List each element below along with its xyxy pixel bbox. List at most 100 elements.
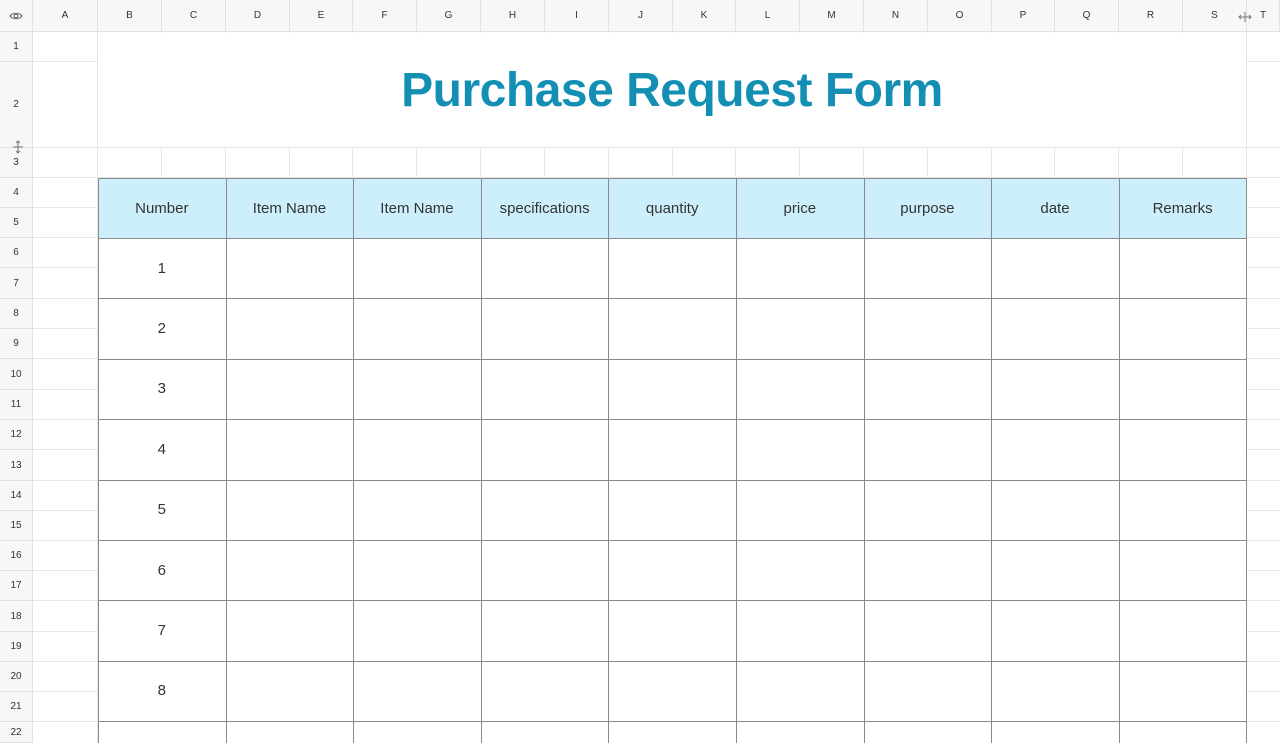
column-header-c[interactable]: C bbox=[162, 0, 226, 32]
table-cell[interactable] bbox=[991, 540, 1119, 601]
column-header-i[interactable]: I bbox=[545, 0, 609, 32]
resize-horizontal-icon[interactable] bbox=[1238, 10, 1252, 24]
table-cell[interactable] bbox=[736, 479, 864, 540]
row-header-18[interactable]: 18 bbox=[0, 601, 33, 632]
row-header-21[interactable]: 21 bbox=[0, 692, 33, 722]
row-header-4[interactable]: 4 bbox=[0, 178, 33, 208]
table-cell[interactable] bbox=[863, 660, 992, 722]
table-cell[interactable] bbox=[353, 540, 481, 601]
table-cell[interactable] bbox=[863, 419, 992, 480]
row-number-cell[interactable]: 5 bbox=[98, 479, 226, 540]
row-number-cell[interactable]: 1 bbox=[98, 238, 226, 299]
row-number-cell[interactable]: 7 bbox=[98, 600, 226, 661]
table-cell[interactable] bbox=[480, 479, 609, 540]
column-header-j[interactable]: J bbox=[609, 0, 673, 32]
row-header-10[interactable]: 10 bbox=[0, 359, 33, 390]
table-cell[interactable] bbox=[225, 419, 354, 480]
table-cell[interactable] bbox=[736, 540, 864, 601]
table-cell[interactable] bbox=[1118, 358, 1247, 420]
table-cell[interactable] bbox=[991, 419, 1119, 480]
table-cell[interactable] bbox=[991, 358, 1119, 420]
row-header-15[interactable]: 15 bbox=[0, 511, 33, 541]
column-header-g[interactable]: G bbox=[417, 0, 481, 32]
table-cell[interactable] bbox=[736, 238, 864, 299]
table-cell[interactable] bbox=[991, 238, 1119, 299]
row-header-14[interactable]: 14 bbox=[0, 481, 33, 511]
table-cell[interactable] bbox=[608, 238, 736, 299]
row-header-5[interactable]: 5 bbox=[0, 208, 33, 238]
table-cell[interactable] bbox=[736, 660, 864, 722]
row-header-17[interactable]: 17 bbox=[0, 571, 33, 601]
row-header-22[interactable]: 22 bbox=[0, 722, 33, 743]
table-cell[interactable] bbox=[991, 660, 1119, 722]
table-cell[interactable] bbox=[608, 298, 736, 359]
table-header-cell[interactable]: Item Name bbox=[353, 178, 481, 238]
table-cell[interactable] bbox=[225, 358, 354, 420]
column-header-p[interactable]: P bbox=[992, 0, 1055, 32]
column-header-m[interactable]: M bbox=[800, 0, 864, 32]
row-header-6[interactable]: 6 bbox=[0, 238, 33, 268]
row-number-cell[interactable]: 6 bbox=[98, 540, 226, 601]
row-header-7[interactable]: 7 bbox=[0, 268, 33, 299]
row-header-1[interactable]: 1 bbox=[0, 32, 33, 62]
table-cell[interactable] bbox=[991, 721, 1119, 743]
table-cell[interactable] bbox=[225, 600, 354, 661]
row-header-11[interactable]: 11 bbox=[0, 390, 33, 420]
table-header-cell[interactable]: specifications bbox=[480, 178, 609, 238]
table-cell[interactable] bbox=[608, 600, 736, 661]
row-header-13[interactable]: 13 bbox=[0, 450, 33, 481]
table-cell[interactable] bbox=[480, 419, 609, 480]
row-header-12[interactable]: 12 bbox=[0, 420, 33, 450]
column-header-k[interactable]: K bbox=[673, 0, 736, 32]
table-cell[interactable] bbox=[225, 540, 354, 601]
table-cell[interactable] bbox=[353, 238, 481, 299]
table-cell[interactable] bbox=[1118, 540, 1247, 601]
table-cell[interactable] bbox=[1118, 238, 1247, 299]
table-cell[interactable] bbox=[353, 419, 481, 480]
table-cell[interactable] bbox=[991, 298, 1119, 359]
table-cell[interactable] bbox=[225, 660, 354, 722]
table-cell[interactable] bbox=[863, 540, 992, 601]
column-header-r[interactable]: R bbox=[1119, 0, 1183, 32]
table-cell[interactable] bbox=[1118, 298, 1247, 359]
row-header-9[interactable]: 9 bbox=[0, 329, 33, 359]
table-cell[interactable] bbox=[1118, 479, 1247, 540]
column-header-h[interactable]: H bbox=[481, 0, 545, 32]
table-cell[interactable] bbox=[480, 721, 609, 743]
table-header-cell[interactable]: purpose bbox=[863, 178, 992, 238]
table-cell[interactable] bbox=[353, 358, 481, 420]
table-cell[interactable] bbox=[353, 721, 481, 743]
row-number-cell[interactable] bbox=[98, 721, 226, 743]
table-cell[interactable] bbox=[353, 660, 481, 722]
column-header-n[interactable]: N bbox=[864, 0, 928, 32]
table-header-cell[interactable]: Remarks bbox=[1118, 178, 1247, 238]
table-cell[interactable] bbox=[225, 238, 354, 299]
table-cell[interactable] bbox=[863, 358, 992, 420]
column-header-e[interactable]: E bbox=[290, 0, 353, 32]
table-cell[interactable] bbox=[225, 479, 354, 540]
row-header-8[interactable]: 8 bbox=[0, 299, 33, 329]
column-header-l[interactable]: L bbox=[736, 0, 800, 32]
row-number-cell[interactable]: 2 bbox=[98, 298, 226, 359]
table-cell[interactable] bbox=[480, 600, 609, 661]
title-cell[interactable]: Purchase Request Form bbox=[98, 33, 1246, 147]
visibility-toggle[interactable] bbox=[0, 0, 33, 32]
table-header-cell[interactable]: Number bbox=[98, 178, 226, 238]
table-cell[interactable] bbox=[608, 358, 736, 420]
table-cell[interactable] bbox=[225, 721, 354, 743]
column-header-d[interactable]: D bbox=[226, 0, 290, 32]
table-cell[interactable] bbox=[736, 600, 864, 661]
table-cell[interactable] bbox=[480, 358, 609, 420]
table-cell[interactable] bbox=[1118, 600, 1247, 661]
table-cell[interactable] bbox=[480, 238, 609, 299]
row-header-19[interactable]: 19 bbox=[0, 632, 33, 662]
table-cell[interactable] bbox=[863, 721, 992, 743]
row-header-16[interactable]: 16 bbox=[0, 541, 33, 571]
table-cell[interactable] bbox=[480, 660, 609, 722]
column-header-f[interactable]: F bbox=[353, 0, 417, 32]
table-cell[interactable] bbox=[736, 298, 864, 359]
table-cell[interactable] bbox=[353, 600, 481, 661]
table-cell[interactable] bbox=[480, 298, 609, 359]
column-header-q[interactable]: Q bbox=[1055, 0, 1119, 32]
row-number-cell[interactable]: 4 bbox=[98, 419, 226, 480]
